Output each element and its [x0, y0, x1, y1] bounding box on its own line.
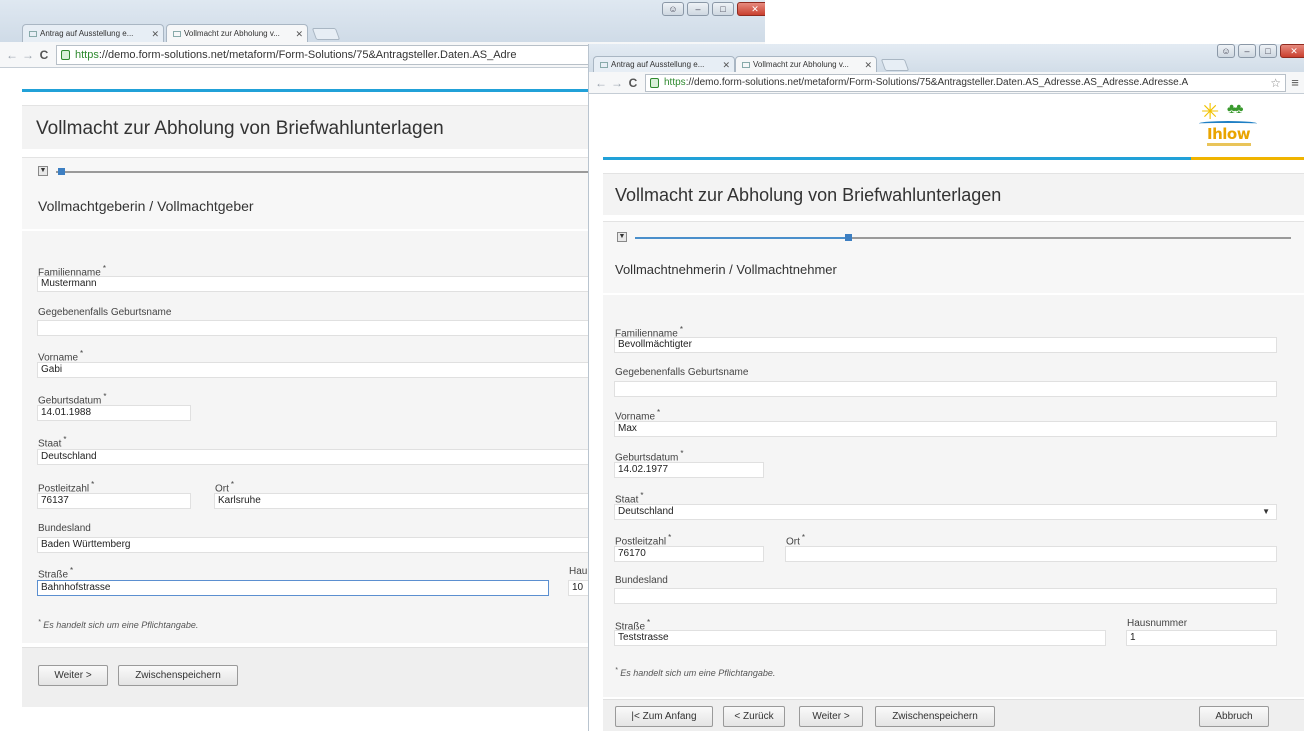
zwischenspeichern-button[interactable]: Zwischenspeichern — [875, 706, 995, 727]
maximize-icon[interactable]: □ — [712, 2, 734, 16]
step-dropdown-icon[interactable]: ▼ — [38, 166, 48, 176]
ihlow-logo: ✳ ♣♣ Ihlow — [1197, 99, 1259, 149]
tab-vollmacht[interactable]: Vollmacht zur Abholung v... ✕ — [166, 24, 308, 42]
back-arrow-icon[interactable]: ← — [4, 48, 20, 62]
plz-input[interactable]: 76170 — [614, 546, 764, 562]
lock-icon — [650, 77, 659, 88]
new-tab-button[interactable] — [311, 28, 341, 40]
section-title: Vollmachtnehmerin / Vollmachtnehmer — [615, 262, 837, 277]
geburtsname-label: Gegebenenfalls Geburtsname — [615, 367, 749, 378]
form-favicon-icon — [742, 62, 750, 68]
bookmark-star-icon[interactable]: ☆ — [1270, 75, 1281, 91]
close-tab-icon[interactable]: ✕ — [722, 57, 730, 72]
address-bar[interactable]: https://demo.form-solutions.net/metaform… — [645, 73, 1286, 92]
page-content: ✳ ♣♣ Ihlow Vollmacht zur Abholung von Br… — [589, 95, 1304, 731]
staat-label: Staat * — [38, 435, 67, 450]
step-dropdown-icon[interactable]: ▼ — [617, 232, 627, 242]
page-title: Vollmacht zur Abholung von Briefwahlunte… — [615, 185, 1002, 205]
section-title: Vollmachtgeberin / Vollmachtgeber — [38, 198, 254, 214]
tab-strip: Antrag auf Ausstellung e... ✕ Vollmacht z… — [589, 44, 1304, 72]
new-tab-button[interactable] — [880, 59, 910, 71]
sun-icon: ✳ — [1201, 99, 1220, 124]
reload-icon[interactable]: C — [36, 48, 52, 62]
accent-line — [603, 157, 1191, 160]
plz-input[interactable]: 76137 — [37, 493, 191, 509]
browser-window-front: Antrag auf Ausstellung e... ✕ Vollmacht z… — [588, 44, 1304, 731]
geburtsname-label: Gegebenenfalls Geburtsname — [38, 307, 172, 318]
form-footer: |< Zum Anfang < Zurück Weiter > Zwischen… — [603, 699, 1304, 731]
staat-select[interactable]: Deutschland ▼ — [614, 504, 1277, 520]
abbruch-button[interactable]: Abbruch — [1199, 706, 1269, 727]
form-body: Familienname * Bevollmächtigter Gegebenen… — [603, 295, 1304, 697]
weiter-button[interactable]: Weiter > — [38, 665, 108, 686]
minimize-icon[interactable]: – — [1238, 44, 1256, 58]
hausnummer-input[interactable]: 1 — [1126, 630, 1277, 646]
bundesland-label: Bundesland — [38, 523, 91, 534]
step-marker[interactable] — [845, 234, 852, 241]
user-icon[interactable]: ☺ — [662, 2, 684, 16]
close-window-icon[interactable]: ✕ — [1280, 44, 1304, 58]
forward-arrow-icon[interactable]: → — [609, 76, 625, 90]
trees-icon: ♣♣ — [1227, 100, 1243, 116]
form-header-panel: ▼ Vollmachtnehmerin / Vollmachtnehmer — [603, 221, 1304, 293]
maximize-icon[interactable]: □ — [1259, 44, 1277, 58]
close-tab-icon[interactable]: ✕ — [151, 25, 159, 42]
geburtsname-input[interactable] — [614, 381, 1277, 397]
strasse-input[interactable]: Teststrasse — [614, 630, 1106, 646]
strasse-label: Straße * — [38, 566, 74, 581]
close-window-icon[interactable]: ✕ — [737, 2, 765, 16]
strasse-input[interactable]: Bahnhofstrasse — [37, 580, 549, 596]
minimize-icon[interactable]: – — [687, 2, 709, 16]
vorname-input[interactable]: Max — [614, 421, 1277, 437]
accent-line-gold — [1191, 157, 1304, 160]
tab-antrag[interactable]: Antrag auf Ausstellung e... ✕ — [593, 56, 735, 72]
menu-icon[interactable]: ≡ — [1286, 75, 1304, 90]
window-controls: ☺ – □ ✕ — [662, 2, 765, 16]
logo-text: Ihlow — [1207, 125, 1251, 143]
lock-icon — [61, 49, 70, 60]
step-marker[interactable] — [58, 168, 65, 175]
required-note: * Es handelt sich um eine Pflichtangabe. — [615, 667, 776, 678]
geburtsdatum-input[interactable]: 14.01.1988 — [37, 405, 191, 421]
ort-input[interactable] — [785, 546, 1277, 562]
weiter-button[interactable]: Weiter > — [799, 706, 863, 727]
form-favicon-icon — [600, 62, 608, 68]
close-tab-icon[interactable]: ✕ — [864, 57, 872, 72]
bundesland-label: Bundesland — [615, 575, 668, 586]
page-title: Vollmacht zur Abholung von Briefwahlunte… — [36, 118, 444, 139]
familienname-input[interactable]: Bevollmächtigter — [614, 337, 1277, 353]
zurueck-button[interactable]: < Zurück — [723, 706, 785, 727]
tab-antrag[interactable]: Antrag auf Ausstellung e... ✕ — [22, 24, 164, 42]
progress-stepper: ▼ — [617, 232, 1291, 244]
bundesland-select[interactable] — [614, 588, 1277, 604]
window-controls: ☺ – □ ✕ — [1217, 44, 1304, 58]
required-note: * Es handelt sich um eine Pflichtangabe. — [38, 619, 199, 630]
form-favicon-icon — [173, 31, 181, 37]
forward-arrow-icon[interactable]: → — [20, 48, 36, 62]
close-tab-icon[interactable]: ✕ — [295, 25, 303, 42]
geburtsdatum-input[interactable]: 14.02.1977 — [614, 462, 764, 478]
back-arrow-icon[interactable]: ← — [593, 76, 609, 90]
zwischenspeichern-button[interactable]: Zwischenspeichern — [118, 665, 238, 686]
zum-anfang-button[interactable]: |< Zum Anfang — [615, 706, 713, 727]
navigation-bar: ← → C https://demo.form-solutions.net/me… — [589, 72, 1304, 94]
user-icon[interactable]: ☺ — [1217, 44, 1235, 58]
tab-vollmacht[interactable]: Vollmacht zur Abholung v... ✕ — [735, 56, 877, 72]
tab-strip: Antrag auf Ausstellung e... ✕ Vollmacht z… — [0, 0, 765, 42]
reload-icon[interactable]: C — [625, 76, 641, 90]
form-favicon-icon — [29, 31, 37, 37]
title-panel: Vollmacht zur Abholung von Briefwahlunte… — [603, 173, 1304, 215]
chevron-down-icon: ▼ — [1262, 507, 1270, 516]
hausnummer-label: Hausnummer — [1127, 618, 1188, 629]
hausnummer-label: Hau — [569, 566, 588, 577]
